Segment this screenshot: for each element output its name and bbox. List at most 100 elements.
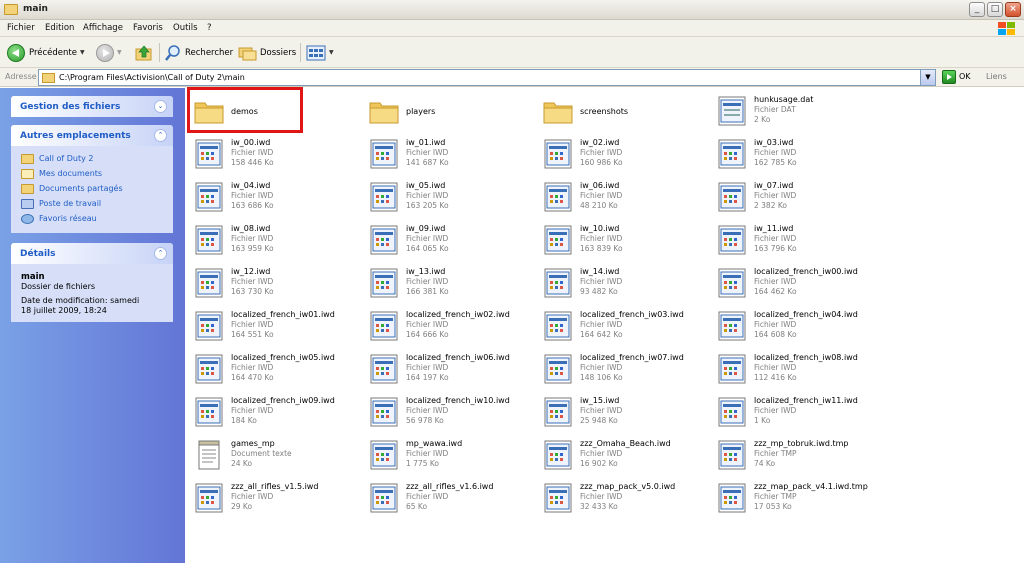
- file-type: Fichier TMP: [754, 449, 797, 458]
- chevron-down-icon[interactable]: ⌄: [154, 100, 167, 113]
- file-item[interactable]: localized_french_iw07.iwd Fichier IWD 148 …: [542, 351, 712, 391]
- folders-button[interactable]: Dossiers: [238, 42, 296, 63]
- chevron-up-icon[interactable]: ⌃: [154, 129, 167, 142]
- go-arrow-icon[interactable]: [942, 70, 956, 84]
- links-button[interactable]: Liens: [986, 72, 1007, 81]
- forward-button[interactable]: ▼: [96, 42, 122, 63]
- file-item[interactable]: zzz_all_rifles_v1.6.iwd Fichier IWD 65 Ko: [368, 480, 538, 520]
- file-item[interactable]: zzz_map_pack_v5.0.iwd Fichier IWD 32 433 K…: [542, 480, 712, 520]
- file-size: 1 Ko: [754, 416, 771, 425]
- iwd-file-icon: [370, 311, 398, 341]
- file-item[interactable]: games_mp Document texte 24 Ko: [193, 437, 363, 477]
- sidebar-item-call-of-duty-2[interactable]: Call of Duty 2: [21, 152, 173, 167]
- file-item[interactable]: zzz_map_pack_v4.1.iwd.tmp Fichier TMP 17 0…: [716, 480, 886, 520]
- address-input[interactable]: C:\Program Files\Activision\Call of Duty…: [38, 69, 936, 86]
- file-item[interactable]: mp_wawa.iwd Fichier IWD 1 775 Ko: [368, 437, 538, 477]
- file-size: 48 210 Ko: [580, 201, 618, 210]
- file-item[interactable]: localized_french_iw03.iwd Fichier IWD 164 …: [542, 308, 712, 348]
- file-item[interactable]: iw_02.iwd Fichier IWD 160 986 Ko: [542, 136, 712, 176]
- menu-outils[interactable]: Outils: [173, 23, 198, 33]
- file-item[interactable]: zzz_Omaha_Beach.iwd Fichier IWD 16 902 Ko: [542, 437, 712, 477]
- folder-item[interactable]: demos: [187, 87, 363, 133]
- chevron-down-icon[interactable]: ▼: [329, 49, 334, 56]
- file-item[interactable]: zzz_all_rifles_v1.5.iwd Fichier IWD 29 Ko: [193, 480, 363, 520]
- file-item[interactable]: zzz_mp_tobruk.iwd.tmp Fichier TMP 74 Ko: [716, 437, 886, 477]
- folder-item[interactable]: players: [368, 93, 538, 133]
- file-item[interactable]: iw_15.iwd Fichier IWD 25 948 Ko: [542, 394, 712, 434]
- other-places-header[interactable]: Autres emplacements ⌃: [11, 125, 173, 146]
- menu-help[interactable]: ?: [207, 23, 212, 33]
- file-size: 158 446 Ko: [231, 158, 274, 167]
- folder-item[interactable]: screenshots: [542, 93, 712, 133]
- search-button[interactable]: Rechercher: [164, 42, 233, 63]
- chevron-down-icon[interactable]: ▼: [80, 49, 85, 56]
- file-size: 29 Ko: [231, 502, 253, 511]
- iwd-file-icon: [370, 139, 398, 169]
- file-size: 93 482 Ko: [580, 287, 618, 296]
- file-item[interactable]: iw_09.iwd Fichier IWD 164 065 Ko: [368, 222, 538, 262]
- text-document-icon: [198, 440, 220, 470]
- file-item[interactable]: hunkusage.dat Fichier DAT 2 Ko: [716, 93, 886, 133]
- menu-edition[interactable]: Edition: [45, 23, 74, 33]
- sidebar-item-network[interactable]: Favoris réseau: [21, 212, 173, 227]
- file-item[interactable]: localized_french_iw02.iwd Fichier IWD 164 …: [368, 308, 538, 348]
- views-icon: [306, 45, 326, 60]
- file-item[interactable]: iw_11.iwd Fichier IWD 163 796 Ko: [716, 222, 886, 262]
- file-item[interactable]: localized_french_iw04.iwd Fichier IWD 164 …: [716, 308, 886, 348]
- file-item[interactable]: localized_french_iw11.iwd Fichier IWD 1 Ko: [716, 394, 886, 434]
- file-item[interactable]: localized_french_iw10.iwd Fichier IWD 56 9…: [368, 394, 538, 434]
- file-type: Fichier IWD: [231, 363, 274, 372]
- file-item[interactable]: localized_french_iw09.iwd Fichier IWD 184 …: [193, 394, 363, 434]
- maximize-button[interactable]: □: [987, 2, 1003, 17]
- file-name: iw_15.iwd: [580, 396, 620, 405]
- file-item[interactable]: iw_07.iwd Fichier IWD 2 382 Ko: [716, 179, 886, 219]
- file-item[interactable]: iw_00.iwd Fichier IWD 158 446 Ko: [193, 136, 363, 176]
- file-item[interactable]: iw_10.iwd Fichier IWD 163 839 Ko: [542, 222, 712, 262]
- go-button[interactable]: OK: [959, 72, 971, 81]
- views-button[interactable]: ▼: [306, 42, 334, 63]
- panel-title: Gestion des fichiers: [20, 102, 121, 112]
- file-item[interactable]: localized_french_iw08.iwd Fichier IWD 112 …: [716, 351, 886, 391]
- file-tasks-header[interactable]: Gestion des fichiers ⌄: [11, 96, 173, 117]
- menu-fichier[interactable]: Fichier: [7, 23, 35, 33]
- menu-affichage[interactable]: Affichage: [83, 23, 123, 33]
- menu-favoris[interactable]: Favoris: [133, 23, 163, 33]
- file-list: demos players screenshots hunkusage.dat Fich…: [185, 87, 1024, 563]
- file-name: players: [406, 107, 436, 116]
- sidebar-item-my-computer[interactable]: Poste de travail: [21, 197, 173, 212]
- file-item[interactable]: iw_06.iwd Fichier IWD 48 210 Ko: [542, 179, 712, 219]
- file-type: Fichier IWD: [406, 320, 449, 329]
- file-item[interactable]: localized_french_iw01.iwd Fichier IWD 164 …: [193, 308, 363, 348]
- close-button[interactable]: ×: [1005, 2, 1021, 17]
- file-item[interactable]: iw_04.iwd Fichier IWD 163 686 Ko: [193, 179, 363, 219]
- up-folder-button[interactable]: [135, 42, 153, 63]
- file-size: 25 948 Ko: [580, 416, 618, 425]
- file-name: iw_12.iwd: [231, 267, 271, 276]
- iwd-file-icon: [370, 483, 398, 513]
- details-type: Dossier de fichiers: [21, 282, 96, 291]
- file-item[interactable]: iw_08.iwd Fichier IWD 163 959 Ko: [193, 222, 363, 262]
- file-item[interactable]: iw_03.iwd Fichier IWD 162 785 Ko: [716, 136, 886, 176]
- file-item[interactable]: localized_french_iw00.iwd Fichier IWD 164 …: [716, 265, 886, 305]
- file-item[interactable]: iw_01.iwd Fichier IWD 141 687 Ko: [368, 136, 538, 176]
- file-item[interactable]: localized_french_iw05.iwd Fichier IWD 164 …: [193, 351, 363, 391]
- minimize-button[interactable]: _: [969, 2, 985, 17]
- file-type: Fichier IWD: [406, 449, 449, 458]
- file-name: iw_02.iwd: [580, 138, 620, 147]
- file-item[interactable]: iw_14.iwd Fichier IWD 93 482 Ko: [542, 265, 712, 305]
- chevron-up-icon[interactable]: ⌃: [154, 247, 167, 260]
- file-item[interactable]: iw_13.iwd Fichier IWD 166 381 Ko: [368, 265, 538, 305]
- file-item[interactable]: localized_french_iw06.iwd Fichier IWD 164 …: [368, 351, 538, 391]
- title-bar: main _ □ ×: [0, 0, 1024, 20]
- details-header[interactable]: Détails ⌃: [11, 243, 173, 264]
- back-button[interactable]: Précédente ▼: [7, 42, 85, 63]
- chevron-down-icon[interactable]: ▼: [117, 49, 122, 56]
- file-item[interactable]: iw_05.iwd Fichier IWD 163 205 Ko: [368, 179, 538, 219]
- file-type: Fichier IWD: [754, 191, 797, 200]
- sidebar-item-my-documents[interactable]: Mes documents: [21, 167, 173, 182]
- file-item[interactable]: iw_12.iwd Fichier IWD 163 730 Ko: [193, 265, 363, 305]
- chevron-down-icon[interactable]: ▼: [920, 70, 935, 85]
- file-size: 184 Ko: [231, 416, 257, 425]
- sidebar-item-shared-documents[interactable]: Documents partagés: [21, 182, 173, 197]
- file-name: zzz_map_pack_v5.0.iwd: [580, 482, 676, 491]
